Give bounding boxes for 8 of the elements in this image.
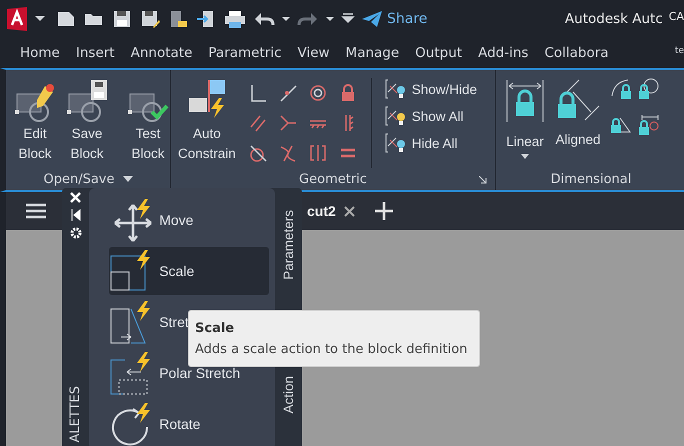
window-title: CA — [668, 10, 684, 23]
window-title: Autodesk Autc — [564, 11, 663, 27]
tooltip-title: Scale — [195, 320, 236, 336]
panel-title: Geometric — [299, 172, 367, 186]
tooltip-text: Adds a scale action to the block definition — [195, 342, 468, 356]
panel-title: Open/Save — [43, 172, 114, 186]
palette-title: ALETTES — [68, 386, 84, 442]
panel-title: Dimensional — [550, 172, 632, 186]
